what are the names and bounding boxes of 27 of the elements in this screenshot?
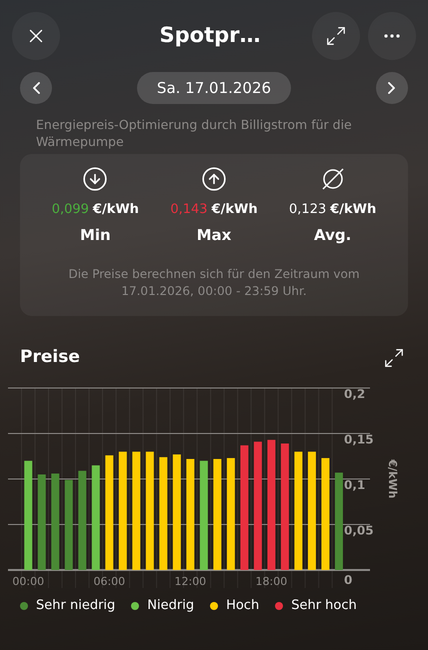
y-tick-label: 0,2 (344, 387, 366, 401)
legend-label: Sehr hoch (291, 597, 357, 615)
x-tick-label: 00:00 (12, 575, 44, 588)
section-title: Preise (20, 346, 80, 370)
stat-value: 0,143 (170, 201, 208, 219)
legend-label: Sehr niedrig (36, 597, 116, 615)
stat-label: Max (196, 224, 232, 246)
legend-label: Hoch (226, 597, 260, 615)
description: Energiepreis-Optimierung durch Billigstrom für die Wärmepumpe (35, 116, 353, 150)
stat-value: 0,099 (52, 201, 89, 219)
legend-label: Niedrig (147, 597, 194, 615)
stat-unit: €/kWh (212, 201, 258, 219)
y-tick-label: 0,15 (344, 432, 374, 446)
y-tick-label: 0,05 (344, 524, 374, 538)
y-tick-label: 0,1 (344, 478, 366, 492)
stat-unit: €/kWh (92, 201, 139, 219)
window-title: Spotpr… (159, 22, 260, 50)
y-axis-label: €/kWh (386, 460, 399, 498)
stat-unit: €/kWh (330, 201, 376, 219)
x-tick-label: 12:00 (174, 575, 206, 588)
stat-label: Avg. (314, 224, 352, 246)
x-tick-label: 06:00 (93, 575, 126, 588)
stats-note: Die Preise berechnen sich für den Zeitraum vom 17.01.2026, 00:00 - 23:59 Uhr. (67, 266, 361, 300)
y-tick-label: 0 (344, 573, 352, 587)
x-tick-label: 18:00 (256, 575, 288, 588)
stat-value: 0,123 (289, 201, 326, 219)
stat-label: Min (80, 224, 111, 246)
